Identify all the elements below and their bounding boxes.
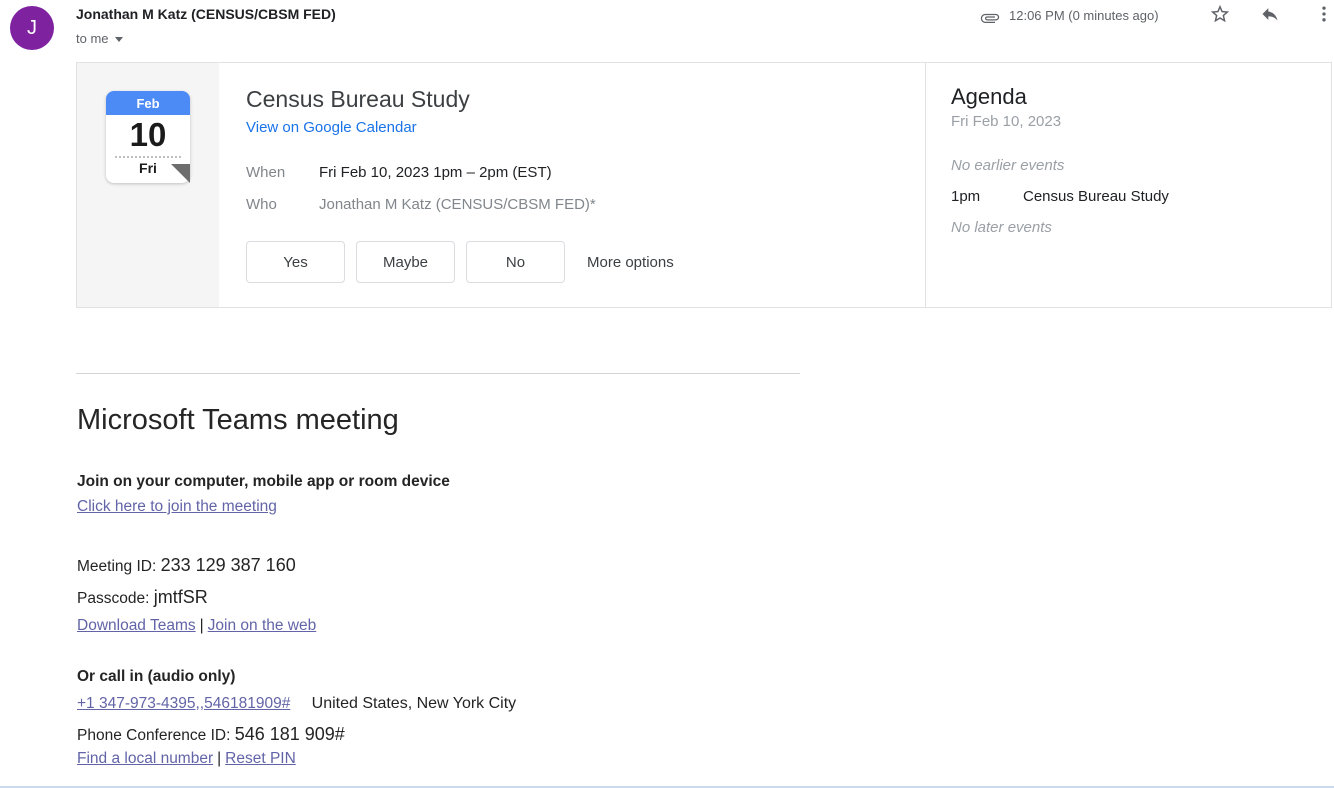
passcode-value: jmtfSR — [153, 587, 208, 607]
rsvp-no-button[interactable]: No — [466, 241, 565, 283]
conference-id-value: 546 181 909# — [234, 724, 345, 744]
separator: | — [217, 750, 222, 767]
section-divider — [76, 373, 800, 374]
teams-meeting-section: Microsoft Teams meeting Join on your com… — [77, 404, 1334, 768]
teams-heading: Microsoft Teams meeting — [77, 404, 399, 436]
phone-row: +1 347-973-4395,,546181909# United State… — [77, 695, 1334, 713]
when-value: Fri Feb 10, 2023 1pm – 2pm (EST) — [319, 164, 552, 181]
recipient-label: to me — [76, 31, 109, 46]
agenda-event-title: Census Bureau Study — [1023, 188, 1169, 205]
local-number-row: Find a local number | Reset PIN — [77, 750, 1334, 768]
who-row: Who Jonathan M Katz (CENSUS/CBSM FED)* — [246, 195, 925, 215]
conference-id-label: Phone Conference ID: — [77, 727, 231, 744]
meeting-id-value: 233 129 387 160 — [160, 555, 296, 575]
meeting-id-row: Meeting ID: 233 129 387 160 — [77, 550, 1334, 582]
who-label: Who — [246, 196, 277, 213]
message-header: J Jonathan M Katz (CENSUS/CBSM FED) to m… — [0, 0, 1334, 62]
conference-id-row: Phone Conference ID: 546 181 909# — [77, 724, 1334, 745]
separator: | — [199, 617, 204, 634]
recipient-dropdown[interactable]: to me — [76, 31, 123, 46]
more-options-button[interactable]: More options — [587, 254, 674, 271]
agenda-event-time: 1pm — [951, 188, 981, 205]
passcode-row: Passcode: jmtfSR — [77, 582, 1334, 614]
download-teams-link[interactable]: Download Teams — [77, 617, 196, 634]
sender-name: Jonathan M Katz (CENSUS/CBSM FED) — [76, 6, 336, 22]
event-details: Census Bureau Study View on Google Calen… — [219, 63, 925, 307]
reply-icon[interactable] — [1260, 4, 1280, 24]
reset-pin-link[interactable]: Reset PIN — [225, 750, 296, 767]
when-label: When — [246, 164, 286, 181]
no-later-events: No later events — [951, 219, 1052, 236]
avatar[interactable]: J — [10, 6, 54, 50]
rsvp-row: Yes Maybe No More options — [246, 241, 925, 283]
join-heading: Join on your computer, mobile app or roo… — [77, 473, 450, 490]
teams-links-row: Download Teams | Join on the web — [77, 617, 1334, 635]
agenda-event-row: 1pm Census Bureau Study — [951, 188, 1331, 205]
passcode-label: Passcode: — [77, 590, 150, 607]
rsvp-yes-button[interactable]: Yes — [246, 241, 345, 283]
join-on-web-link[interactable]: Join on the web — [208, 617, 317, 634]
rsvp-maybe-button[interactable]: Maybe — [356, 241, 455, 283]
calendar-month: Feb — [106, 91, 190, 115]
no-earlier-events: No earlier events — [951, 157, 1065, 174]
avatar-letter: J — [27, 16, 37, 39]
call-in-heading: Or call in (audio only) — [77, 668, 236, 685]
when-row: When Fri Feb 10, 2023 1pm – 2pm (EST) — [246, 163, 925, 183]
event-title: Census Bureau Study — [246, 86, 470, 112]
agenda-title: Agenda — [951, 84, 1027, 109]
meeting-id-label: Meeting ID: — [77, 558, 157, 575]
more-vert-icon[interactable] — [1314, 3, 1334, 25]
agenda-panel: Agenda Fri Feb 10, 2023 No earlier event… — [925, 63, 1331, 307]
dial-in-number-link[interactable]: +1 347-973-4395,,546181909# — [77, 695, 290, 712]
calendar-weekday: Fri — [139, 159, 157, 176]
find-local-number-link[interactable]: Find a local number — [77, 750, 213, 767]
who-value: Jonathan M Katz (CENSUS/CBSM FED)* — [319, 196, 596, 213]
phone-location: United States, New York City — [311, 695, 517, 712]
view-on-google-calendar-link[interactable]: View on Google Calendar — [246, 119, 417, 136]
date-panel: Feb 10 Fri — [77, 63, 219, 307]
attachment-icon — [980, 13, 1000, 23]
chevron-down-icon — [114, 37, 123, 42]
star-icon[interactable] — [1209, 3, 1231, 25]
agenda-date: Fri Feb 10, 2023 — [951, 113, 1062, 130]
calendar-day: 10 — [129, 116, 167, 153]
calendar-date-icon: Feb 10 Fri — [106, 91, 190, 183]
join-meeting-link[interactable]: Click here to join the meeting — [77, 498, 277, 515]
calendar-invite-card: Feb 10 Fri Census Bureau Study View on G… — [76, 62, 1332, 308]
timestamp: 12:06 PM (0 minutes ago) — [1009, 8, 1159, 23]
